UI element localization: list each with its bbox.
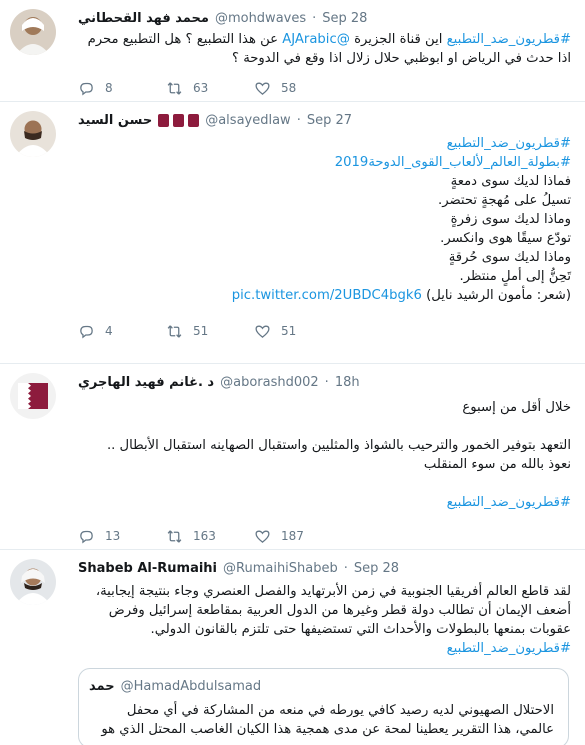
like-count: 187 [281,529,304,543]
hashtag-link[interactable]: #بطولة_العالم_لألعاب_القوى_الدوحة2019 [78,153,571,172]
text-line: أضعف الإيمان أن تطالب دولة قطر وغيرها من… [108,603,571,618]
reply-button[interactable]: 4 [78,323,166,340]
tweet-header: محمد فهد القحطاني @mohdwaves · Sep 28 [78,8,575,28]
text-line: نعوذ بالله من سوء المنقلب [423,457,571,472]
separator-dot: · [312,10,317,26]
mention-link[interactable]: @AJArabic [282,32,350,47]
separator-dot: · [343,560,348,576]
separator-dot: · [324,374,329,390]
like-button[interactable]: 58 [254,80,342,97]
tweet-header: حسن السيد @alsayedlaw · Sep 27 [78,110,575,130]
text-line: اذا حدث في الرياض او ابوظبي حلال زلال اذ… [232,51,571,66]
tweet-header: د .غانم فهيد الهاجري @aborashd002 · 18h [78,372,575,392]
hashtag-link[interactable]: #قطريون_ضد_التطبيع [78,134,571,153]
text-line: خلال أقل من إسبوع [462,400,571,415]
reply-count: 8 [105,81,113,95]
tweet-header: Shabeb Al-Rumaihi @RumaihiShabeb · Sep 2… [78,558,575,578]
display-name[interactable]: Shabeb Al-Rumaihi [78,561,217,576]
retweet-button[interactable]: 63 [166,80,254,97]
tweet-text: لقد قاطع العالم أفريقيا الجنوبية في زمن … [78,582,575,658]
display-name[interactable]: محمد فهد القحطاني [78,11,209,26]
media-link[interactable]: pic.twitter.com/2UBDC4bgk6 [232,288,422,303]
separator-dot: · [296,112,301,128]
tweet[interactable]: Shabeb Al-Rumaihi @RumaihiShabeb · Sep 2… [0,550,585,745]
reply-icon [80,325,93,338]
username[interactable]: @alsayedlaw [205,113,290,128]
retweet-count: 51 [193,324,209,338]
quoted-display-name: حمد [89,678,115,694]
timestamp[interactable]: Sep 27 [307,113,352,128]
like-count: 51 [281,324,297,338]
retweet-icon [167,324,182,338]
reply-count: 13 [105,529,121,543]
retweet-button[interactable]: 163 [166,528,254,545]
tweet-actions: 4 51 51 [78,311,575,351]
text-line: #قطريون_ضد_التطبيع اين قناة الجزيرة @AJA… [78,30,571,49]
flag-icon [173,113,185,127]
hashtag-link[interactable]: #قطريون_ضد_التطبيع [78,639,571,658]
reply-icon [80,82,93,95]
reply-icon [80,530,93,543]
like-button[interactable]: 187 [254,528,342,545]
tweet-feed: محمد فهد القحطاني @mohdwaves · Sep 28 #ق… [0,0,585,745]
quoted-tweet-text: الاحتلال الصهيوني لديه رصيد كافي يورطه ف… [89,701,558,739]
text-span: اين قناة الجزيرة [349,32,447,47]
heart-icon [255,325,270,338]
text-line: عقوبات بمنعها بالبطولات والأحداث التي تس… [150,622,571,637]
timestamp[interactable]: Sep 28 [322,11,367,26]
text-line: عالمي، هذا التقرير يعطينا لمحة عن مدى هم… [101,722,554,737]
avatar[interactable] [10,9,56,55]
text-line: (شعر: مأمون الرشيد نايل) pic.twitter.com… [78,286,571,305]
retweet-icon [167,81,182,95]
text-line: وماذا لديك سوى زفرةٍ [450,212,571,227]
like-count: 58 [281,81,297,95]
flag-icon [158,113,170,127]
tweet[interactable]: حسن السيد @alsayedlaw · Sep 27 #قطريون_ض… [0,102,585,364]
tweet[interactable]: محمد فهد القحطاني @mohdwaves · Sep 28 #ق… [0,0,585,102]
text-line: تَحِنُّ إلى أملٍ منتظر. [459,269,572,284]
avatar[interactable] [10,559,56,605]
heart-icon [255,530,270,543]
text-line: لقد قاطع العالم أفريقيا الجنوبية في زمن … [95,584,571,599]
quoted-tweet[interactable]: حمد @HamadAbdulsamad الاحتلال الصهيوني ل… [78,668,569,745]
quoted-username: @HamadAbdulsamad [120,678,262,694]
retweet-icon [167,529,182,543]
retweet-count: 163 [193,529,216,543]
text-line: وماذا لديك سوى حُرقةٍ [448,250,571,265]
reply-button[interactable]: 13 [78,528,166,545]
avatar[interactable] [10,373,56,419]
text-line: فماذا لديك سوى دمعةٍ [450,174,571,189]
reply-button[interactable]: 8 [78,80,166,97]
text-line: الاحتلال الصهيوني لديه رصيد كافي يورطه ف… [126,703,554,718]
avatar[interactable] [10,111,56,157]
text-line: تودّع سيقًا هوى وانكسر. [440,231,571,246]
username[interactable]: @mohdwaves [215,11,306,26]
heart-icon [255,82,270,95]
tweet-text: #قطريون_ضد_التطبيع #بطولة_العالم_لألعاب_… [78,134,575,305]
like-button[interactable]: 51 [254,323,342,340]
hashtag-link[interactable]: #قطريون_ضد_التطبيع [447,32,571,47]
timestamp[interactable]: 18h [335,375,360,390]
reply-count: 4 [105,324,113,338]
text-line: التعهد بتوفير الخمور والترحيب بالشواذ وا… [106,438,571,453]
tweet-text: خلال أقل من إسبوع التعهد بتوفير الخمور و… [78,398,575,512]
text-line: تسيلُ على مُهجةٍ تحتضر. [438,193,571,208]
display-name[interactable]: حسن السيد [78,113,152,128]
tweet[interactable]: د .غانم فهيد الهاجري @aborashd002 · 18h … [0,364,585,550]
qatar-flag-emojis [158,113,200,127]
retweet-count: 63 [193,81,209,95]
username[interactable]: @aborashd002 [220,375,319,390]
text-span: (شعر: مأمون الرشيد نايل) [421,288,571,303]
tweet-text: #قطريون_ضد_التطبيع اين قناة الجزيرة @AJA… [78,30,575,68]
retweet-button[interactable]: 51 [166,323,254,340]
display-name[interactable]: د .غانم فهيد الهاجري [78,375,214,390]
text-span: عن هذا التطبيع ؟ هل التطبيع محرم [87,32,283,47]
quoted-tweet-header: حمد @HamadAbdulsamad [89,677,558,695]
timestamp[interactable]: Sep 28 [354,561,399,576]
hashtag-link[interactable]: #قطريون_ضد_التطبيع [78,493,571,512]
username[interactable]: @RumaihiShabeb [223,561,338,576]
flag-icon [188,113,200,127]
